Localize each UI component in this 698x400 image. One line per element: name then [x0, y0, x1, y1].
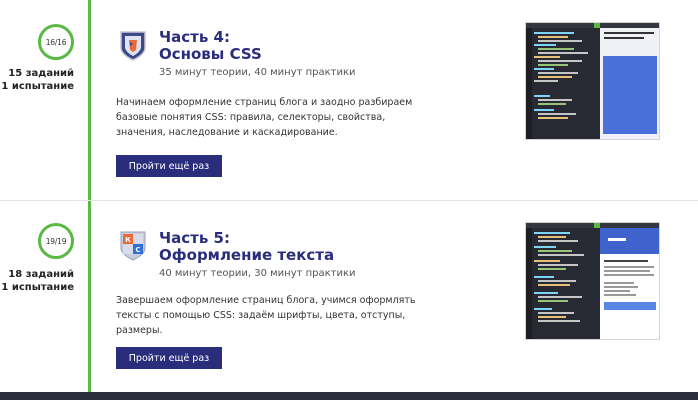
- part-4-preview-image[interactable]: [525, 22, 660, 140]
- part-5-preview-image[interactable]: [525, 222, 660, 340]
- css-shield-icon: [120, 31, 146, 61]
- tasks-count: 15 заданий: [8, 68, 74, 79]
- tasks-count: 18 заданий: [8, 269, 74, 280]
- part-title[interactable]: Часть 5: Оформление текста: [159, 230, 334, 264]
- svg-text:С: С: [135, 246, 140, 254]
- progress-circle: 16/16: [38, 24, 74, 60]
- repeat-part-4-button[interactable]: Пройти ещё раз: [116, 155, 222, 177]
- repeat-part-5-button[interactable]: Пройти ещё раз: [116, 347, 222, 369]
- footer-bar: [0, 392, 698, 400]
- timeline-line: [88, 0, 91, 392]
- part-description: Завершаем оформление страниц блога, учим…: [116, 295, 416, 336]
- part-title-line2: Оформление текста: [159, 246, 335, 264]
- tests-count: 1 испытание: [1, 81, 74, 92]
- progress-label: 16/16: [45, 37, 67, 47]
- part-title[interactable]: Часть 4: Основы CSS: [159, 29, 262, 63]
- part-stats: 18 заданий 1 испытание: [0, 268, 74, 294]
- tests-count: 1 испытание: [1, 282, 74, 293]
- part-stats: 15 заданий 1 испытание: [0, 67, 74, 93]
- preview-result: [600, 228, 659, 339]
- ks-shield-icon: К С: [120, 231, 146, 261]
- progress-label: 19/19: [45, 236, 67, 246]
- part-duration: 40 минут теории, 30 минут практики: [159, 268, 356, 279]
- preview-result: [600, 28, 659, 139]
- part-title-line2: Основы CSS: [159, 45, 262, 63]
- progress-circle: 19/19: [38, 223, 74, 259]
- part-duration: 35 минут теории, 40 минут практики: [159, 67, 356, 78]
- part-title-line1: Часть 5:: [159, 229, 230, 247]
- svg-text:К: К: [125, 236, 131, 244]
- part-title-line1: Часть 4:: [159, 28, 230, 46]
- section-divider: [0, 200, 698, 201]
- part-description: Начинаем оформление страниц блога и заод…: [116, 97, 413, 138]
